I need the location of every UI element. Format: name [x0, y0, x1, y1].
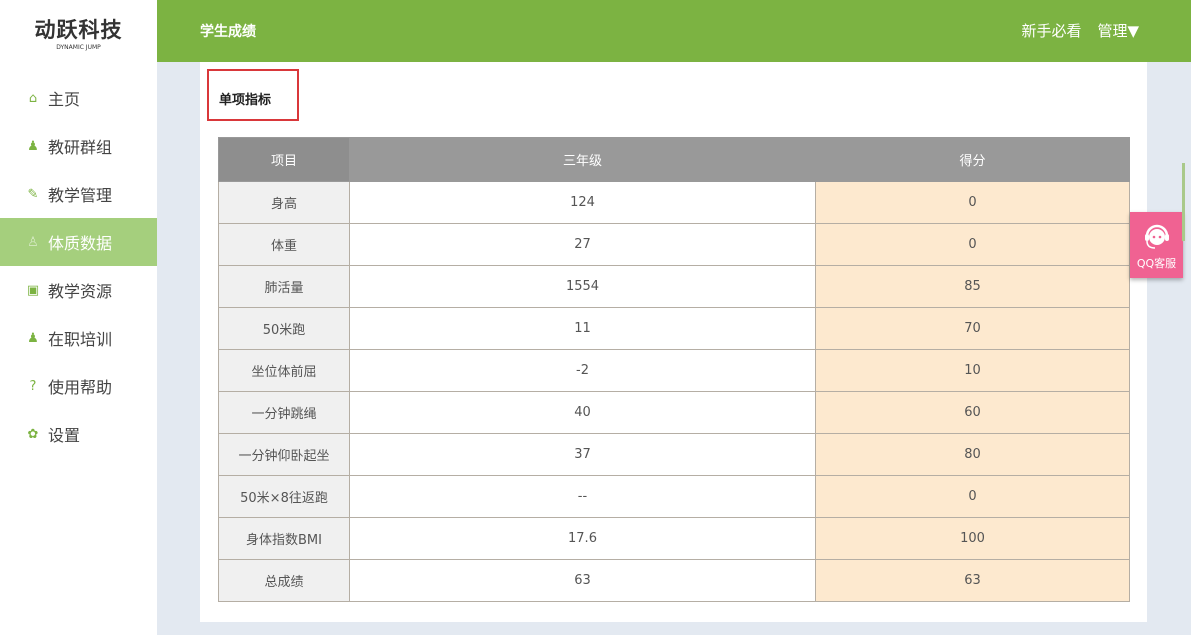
content-card: 单项指标 项目 三年级 得分 身高 124 0 体重 27 0 肺活量 1554 85 50米跑 1…	[200, 62, 1147, 622]
table-cell: 85	[815, 265, 1130, 308]
table-cell: 37	[349, 433, 816, 476]
table-cell: 50米×8往返跑	[218, 475, 350, 518]
table-cell: 身体指数BMI	[218, 517, 350, 560]
bag-icon: ▣	[26, 282, 40, 298]
top-header: 学生成绩 新手必看 管理▼	[157, 0, 1191, 62]
table-cell: 0	[815, 181, 1130, 224]
table-cell: 50米跑	[218, 307, 350, 350]
guide-link[interactable]: 新手必看	[1021, 20, 1081, 41]
person-icon: ♟	[27, 330, 39, 346]
table-cell: 10	[815, 349, 1130, 392]
headset-icon	[1144, 224, 1169, 249]
sidebar-nav: ⌂ 主页 ♟ 教研群组 ✎ 教学管理 ♙ 体质数据 ▣ 教学资源 ♟ 在职培训? 使用帮助 ✿ 设置	[0, 74, 157, 458]
table-cell: 63	[815, 559, 1130, 602]
page-title: 学生成绩	[200, 24, 256, 40]
table-row: 50米跑 11 70	[218, 307, 1130, 350]
sidebar-item-label: 使用帮助	[48, 378, 113, 397]
figure-icon: ♙	[27, 234, 39, 250]
table-cell: 60	[815, 391, 1130, 434]
table-row: 坐位体前屈 -2 10	[218, 349, 1130, 392]
table-cell: 80	[815, 433, 1130, 476]
column-header: 项目	[218, 137, 350, 182]
table-cell: 0	[815, 475, 1130, 518]
gear-icon: ✿	[27, 426, 39, 442]
table-cell: 一分钟仰卧起坐	[218, 433, 350, 476]
sidebar: 动跃科技 DYNAMIC JUMP ⌂ 主页 ♟ 教研群组 ✎ 教学管理 ♙ 体质数据 ▣ 教学资…	[0, 0, 157, 635]
sidebar-item-7[interactable]: ✿ 设置	[0, 410, 157, 458]
table-cell: -2	[349, 349, 816, 392]
table-cell: 总成绩	[218, 559, 350, 602]
table-row: 身高 124 0	[218, 181, 1130, 224]
table-cell: 身高	[218, 181, 350, 224]
table-row: 身体指数BMI 17.6 100	[218, 517, 1130, 560]
score-table: 项目 三年级 得分 身高 124 0 体重 27 0 肺活量 1554 85 50米跑 11 70 坐位…	[218, 137, 1130, 602]
table-cell: 40	[349, 391, 816, 434]
sidebar-item-label: 在职培训	[48, 330, 113, 349]
table-row: 总成绩 63 63	[218, 559, 1130, 602]
sidebar-item-3[interactable]: ♙ 体质数据	[0, 218, 157, 266]
table-cell: 17.6	[349, 517, 816, 560]
sidebar-item-6[interactable]: ? 使用帮助	[0, 362, 157, 410]
table-cell: 70	[815, 307, 1130, 350]
table-cell: 一分钟跳绳	[218, 391, 350, 434]
table-cell: 0	[815, 223, 1130, 266]
sidebar-item-label: 教学资源	[48, 282, 113, 301]
sidebar-item-2[interactable]: ✎ 教学管理	[0, 170, 157, 218]
table-cell: 124	[349, 181, 816, 224]
table-cell: --	[349, 475, 816, 518]
scrollbar[interactable]	[1182, 163, 1185, 241]
table-cell: 肺活量	[218, 265, 350, 308]
table-cell: 坐位体前屈	[218, 349, 350, 392]
edit-icon: ✎	[27, 186, 39, 202]
column-header: 三年级	[349, 137, 816, 182]
table-cell: 11	[349, 307, 816, 350]
logo[interactable]: 动跃科技 DYNAMIC JUMP	[0, 14, 157, 51]
table-row: 50米×8往返跑 -- 0	[218, 475, 1130, 518]
sidebar-item-label: 教研群组	[48, 138, 113, 157]
table-row: 一分钟跳绳 40 60	[218, 391, 1130, 434]
table-cell: 63	[349, 559, 816, 602]
sidebar-item-1[interactable]: ♟ 教研群组	[0, 122, 157, 170]
sidebar-item-4[interactable]: ▣ 教学资源	[0, 266, 157, 314]
sidebar-item-0[interactable]: ⌂ 主页	[0, 74, 157, 122]
help-icon: ?	[29, 378, 37, 394]
qq-service-button[interactable]: QQ客服	[1130, 212, 1183, 278]
table-row: 一分钟仰卧起坐 37 80	[218, 433, 1130, 476]
sidebar-item-label: 教学管理	[48, 186, 113, 205]
table-row: 体重 27 0	[218, 223, 1130, 266]
section-title: 单项指标	[207, 69, 299, 121]
column-header: 得分	[815, 137, 1130, 182]
table-cell: 100	[815, 517, 1130, 560]
sidebar-item-label: 主页	[48, 90, 81, 109]
table-cell: 体重	[218, 223, 350, 266]
sidebar-item-5[interactable]: ♟ 在职培训	[0, 314, 157, 362]
sidebar-item-label: 体质数据	[48, 234, 113, 253]
table-cell: 27	[349, 223, 816, 266]
table-row: 肺活量 1554 85	[218, 265, 1130, 308]
sidebar-item-label: 设置	[48, 426, 81, 445]
table-cell: 1554	[349, 265, 816, 308]
manage-dropdown[interactable]: 管理▼	[1097, 20, 1139, 41]
home-icon: ⌂	[28, 90, 38, 106]
users-icon: ♟	[27, 138, 39, 154]
